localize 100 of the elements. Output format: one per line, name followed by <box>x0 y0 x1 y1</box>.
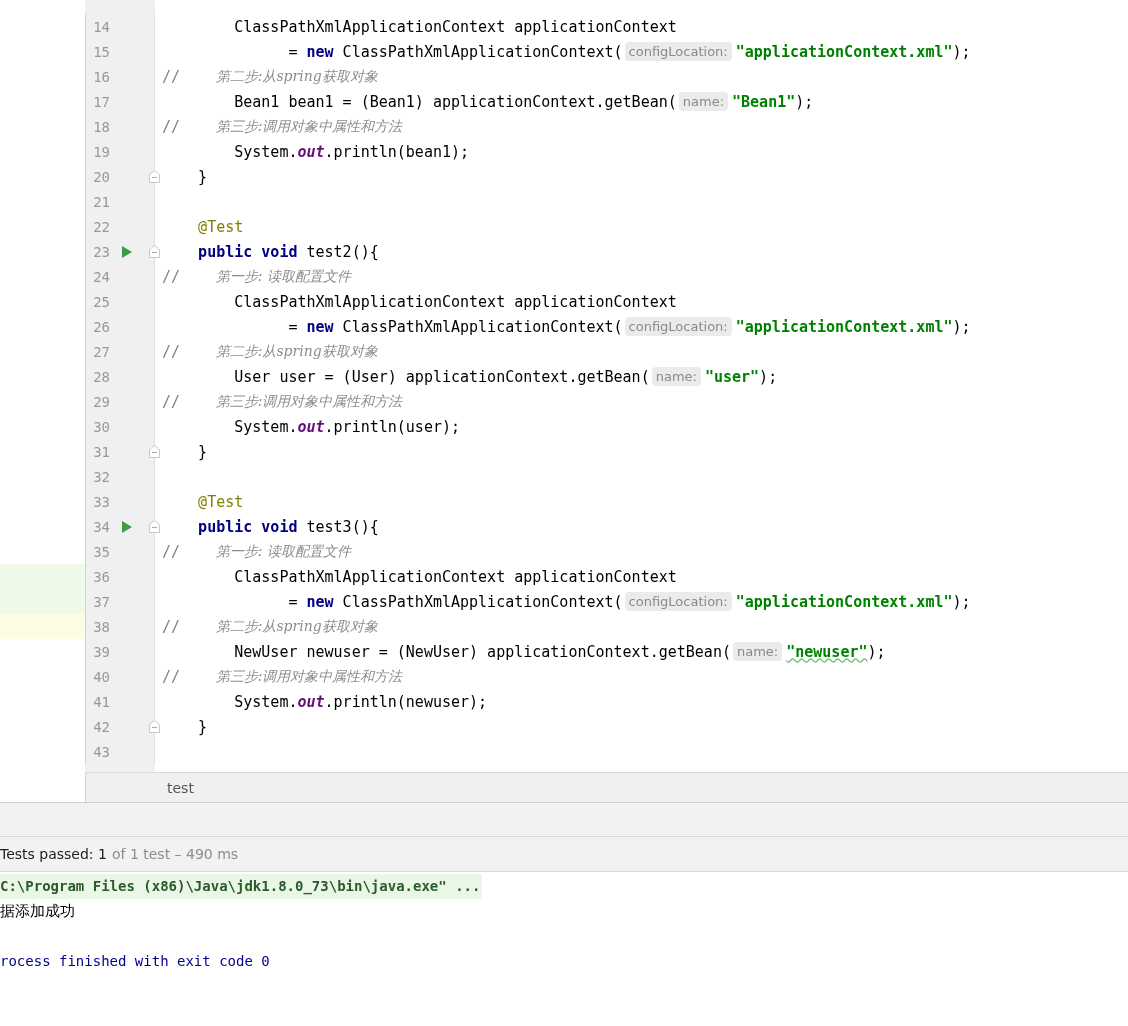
code-token: "newuser" <box>786 642 868 661</box>
code-comment: 第三步:调用对象中属性和方法 <box>214 117 403 136</box>
code-comment: 第三步:调用对象中属性和方法 <box>214 392 403 411</box>
code-token: ); <box>759 367 778 386</box>
code-comment: // <box>162 617 181 636</box>
fold-icon[interactable] <box>149 720 160 733</box>
parameter-hint: configLocation: <box>624 592 732 611</box>
line-number: 27 <box>92 343 110 360</box>
test-duration-text: of 1 test – 490 ms <box>111 846 239 862</box>
code-token: "Bean1" <box>732 92 796 111</box>
line-number: 40 <box>92 668 110 685</box>
code-token: User user = (User) applicationContext.getBean( <box>233 367 650 386</box>
code-comment: 第二步:从spring获取对象 <box>214 342 378 361</box>
line-number: 16 <box>92 68 110 85</box>
code-token: public void <box>197 517 298 536</box>
line-number: 33 <box>92 493 110 510</box>
parameter-hint: configLocation: <box>624 317 732 336</box>
line-number: 37 <box>92 593 110 610</box>
code-token: new <box>306 317 334 336</box>
line-number: 22 <box>92 218 110 235</box>
parameter-hint: configLocation: <box>624 42 732 61</box>
code-comment: 第一步: 读取配置文件 <box>214 267 351 286</box>
code-token: test3(){ <box>305 517 379 536</box>
code-token: .println(newuser); <box>324 692 488 711</box>
code-token: ClassPathXmlApplicationContext applicationContext <box>233 567 677 586</box>
console-line: 据添加成功 <box>0 901 75 922</box>
line-number: 15 <box>92 43 110 60</box>
code-comment: // <box>162 542 181 561</box>
code-token: ClassPathXmlApplicationContext( <box>341 42 623 61</box>
code-comment: // <box>162 667 181 686</box>
tests-passed-text: Tests passed: 1 <box>0 846 107 862</box>
code-token: "applicationContext.xml" <box>735 317 953 336</box>
line-number: 14 <box>92 18 110 35</box>
code-comment: // <box>162 117 181 136</box>
line-number: 17 <box>92 93 110 110</box>
code-token: System. <box>233 417 298 436</box>
code-token: out <box>297 692 325 711</box>
line-number: 21 <box>92 193 110 210</box>
line-number: 19 <box>92 143 110 160</box>
code-token: ); <box>952 317 971 336</box>
line-number: 38 <box>92 618 110 635</box>
code-token: "applicationContext.xml" <box>735 42 953 61</box>
code-token: ); <box>867 642 886 661</box>
code-token: .println(bean1); <box>324 142 470 161</box>
code-token: "user" <box>704 367 760 386</box>
line-number: 28 <box>92 368 110 385</box>
code-token: = <box>287 592 299 611</box>
code-token: ClassPathXmlApplicationContext applicationContext <box>233 17 677 36</box>
parameter-hint: name: <box>651 367 701 386</box>
run-icon[interactable] <box>122 246 132 258</box>
code-comment: // <box>162 67 181 86</box>
fold-icon[interactable] <box>149 170 160 183</box>
code-token: ); <box>952 592 971 611</box>
code-token: ); <box>795 92 814 111</box>
code-token: ); <box>952 42 971 61</box>
code-token: out <box>297 142 325 161</box>
line-number: 43 <box>92 743 110 760</box>
line-number: 41 <box>92 693 110 710</box>
code-token: ClassPathXmlApplicationContext applicationContext <box>233 292 677 311</box>
code-comment: // <box>162 392 181 411</box>
run-icon[interactable] <box>122 521 132 533</box>
fold-icon[interactable] <box>149 520 160 533</box>
code-token: test2(){ <box>305 242 379 261</box>
code-token: @Test <box>197 492 244 511</box>
fold-icon[interactable] <box>149 245 160 258</box>
line-number: 32 <box>92 468 110 485</box>
line-number: 24 <box>92 268 110 285</box>
code-token: NewUser newuser = (NewUser) applicationContext.getBean( <box>233 642 731 661</box>
code-token: public void <box>197 242 298 261</box>
code-comment: 第三步:调用对象中属性和方法 <box>214 667 403 686</box>
code-comment: 第一步: 读取配置文件 <box>214 542 351 561</box>
line-number: 23 <box>92 243 110 260</box>
code-token: new <box>306 42 334 61</box>
code-comment: // <box>162 342 181 361</box>
parameter-hint: name: <box>732 642 783 661</box>
code-token: } <box>197 717 208 736</box>
line-number: 39 <box>92 643 110 660</box>
code-comment: // <box>162 267 181 286</box>
code-token: @Test <box>197 217 244 236</box>
line-number: 29 <box>92 393 110 410</box>
code-comment: 第二步:从spring获取对象 <box>214 617 378 636</box>
line-number: 30 <box>92 418 110 435</box>
code-token: "applicationContext.xml" <box>735 592 953 611</box>
line-number: 18 <box>92 118 110 135</box>
line-number: 36 <box>92 568 110 585</box>
fold-icon[interactable] <box>149 445 160 458</box>
line-number: 25 <box>92 293 110 310</box>
parameter-hint: name: <box>678 92 728 111</box>
code-token: } <box>197 442 208 461</box>
code-token: = <box>287 42 299 61</box>
console-line: rocess finished with exit code 0 <box>0 952 270 971</box>
code-token: ClassPathXmlApplicationContext( <box>341 317 623 336</box>
breadcrumb-item[interactable]: test <box>167 779 194 796</box>
code-token: System. <box>233 692 298 711</box>
line-number: 35 <box>92 543 110 560</box>
line-number: 42 <box>92 718 110 735</box>
code-token: = <box>287 317 299 336</box>
code-comment: 第二步:从spring获取对象 <box>214 67 378 86</box>
code-token: .println(user); <box>324 417 461 436</box>
code-token: ClassPathXmlApplicationContext( <box>341 592 623 611</box>
